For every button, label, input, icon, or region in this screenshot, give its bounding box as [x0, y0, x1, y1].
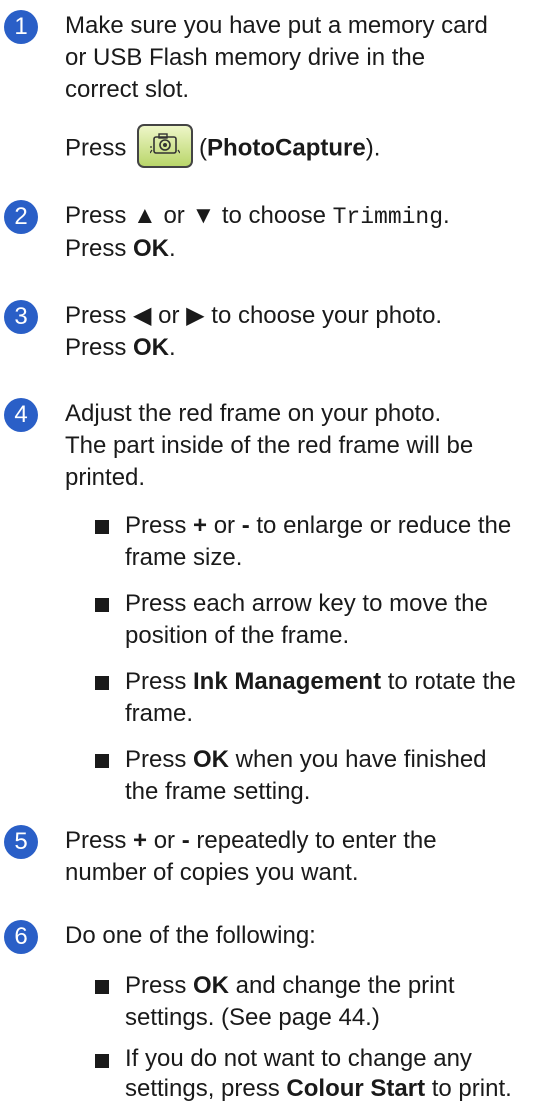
text-line: or USB Flash memory drive in the	[65, 44, 426, 71]
step-number: 3	[4, 300, 38, 334]
step-text: Make sure you have put a memory card or …	[65, 10, 525, 106]
bullet-square-icon	[95, 598, 109, 612]
step-number: 4	[4, 398, 38, 432]
text-line: Press ▲ or ▼ to choose Trimming.	[65, 202, 450, 230]
step-number: 2	[4, 200, 38, 234]
step-text: Press ◀ or ▶ to choose your photo. Press…	[65, 300, 525, 364]
bullet-item: Press OK and change the print settings. …	[125, 972, 455, 1031]
photocapture-button-icon	[137, 124, 194, 168]
step-text: Do one of the following:	[65, 920, 525, 952]
text-line: Press ◀ or ▶ to choose your photo.	[65, 302, 443, 329]
text-line: Press OK.	[65, 334, 176, 361]
bullet-item: Press Ink Management to rotate the frame…	[125, 668, 516, 727]
bullet-item: Press + or - to enlarge or reduce the fr…	[125, 512, 512, 571]
bullet-square-icon	[95, 1054, 109, 1068]
text-line: The part inside of the red frame will be	[65, 432, 474, 459]
bullet-item: If you do not want to change any setting…	[125, 1045, 512, 1102]
text-line: Make sure you have put a memory card	[65, 12, 488, 39]
text-line: Press OK.	[65, 235, 176, 262]
step-number: 5	[4, 825, 38, 859]
text-line: number of copies you want.	[65, 859, 359, 886]
bullet-square-icon	[95, 754, 109, 768]
step-text: Press ▲ or ▼ to choose Trimming. Press O…	[65, 200, 525, 265]
step-text: Press + or - repeatedly to enter the num…	[65, 825, 525, 889]
bullet-square-icon	[95, 520, 109, 534]
bullet-square-icon	[95, 980, 109, 994]
text-line: Press + or - repeatedly to enter the	[65, 827, 437, 854]
bullet-item: Press each arrow key to move the positio…	[125, 590, 488, 649]
text-line: correct slot.	[65, 76, 190, 103]
step-text: Adjust the red frame on your photo. The …	[65, 398, 525, 494]
text-line: Do one of the following:	[65, 922, 316, 949]
bullet-square-icon	[95, 676, 109, 690]
step-number: 1	[4, 10, 38, 44]
press-photocapture-line: Press (PhotoCapture).	[65, 124, 525, 171]
text-line: Adjust the red frame on your photo.	[65, 400, 442, 427]
bullet-item: Press OK when you have finished the fram…	[125, 746, 487, 805]
text-line: printed.	[65, 464, 146, 491]
step-number: 6	[4, 920, 38, 954]
menu-option-code: Trimming	[332, 204, 444, 230]
